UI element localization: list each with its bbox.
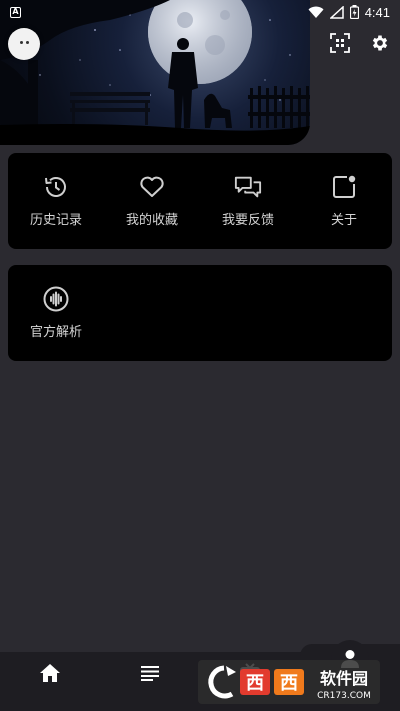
tools-card: 官方解析 xyxy=(8,265,392,361)
app-logo-avatar[interactable] xyxy=(8,28,40,60)
notification-icon: A xyxy=(10,6,21,18)
menu-item-label: 我的收藏 xyxy=(125,213,178,228)
menu-card: 历史记录 我的收藏 我要反馈 关于 xyxy=(8,153,392,249)
menu-item-label: 我要反馈 xyxy=(221,213,274,228)
menu-item-favorites[interactable]: 我的收藏 xyxy=(104,153,200,249)
menu-item-history[interactable]: 历史记录 xyxy=(8,153,104,249)
about-icon xyxy=(330,173,358,201)
menu-item-feedback[interactable]: 我要反馈 xyxy=(200,153,296,249)
signal-icon xyxy=(329,5,344,19)
home-icon[interactable] xyxy=(35,658,65,688)
menu-item-label: 官方解析 xyxy=(29,325,82,340)
watermark-brand-tail: 软件园 xyxy=(320,669,368,688)
wifi-icon xyxy=(308,6,324,18)
history-icon xyxy=(42,173,70,201)
status-time: 4:41 xyxy=(364,4,390,20)
battery-icon xyxy=(349,5,359,19)
menu-item-label: 关于 xyxy=(330,213,357,228)
qr-scan-icon[interactable] xyxy=(327,30,353,56)
heart-icon xyxy=(138,173,166,201)
watermark-char-2: 西 xyxy=(280,673,298,694)
menu-item-about[interactable]: 关于 xyxy=(296,153,392,249)
soundwave-icon xyxy=(42,285,70,313)
list-icon[interactable] xyxy=(135,658,165,688)
menu-item-official-analysis[interactable]: 官方解析 xyxy=(8,265,104,361)
gear-icon[interactable] xyxy=(367,30,393,56)
watermark-logo: 西 西 软件园 CR173.COM xyxy=(198,660,380,704)
watermark-char-1: 西 xyxy=(246,673,264,694)
chat-bubbles-icon xyxy=(234,173,262,201)
status-bar: A 4:41 xyxy=(0,0,400,24)
menu-item-label: 历史记录 xyxy=(29,213,82,228)
watermark-domain: CR173.COM xyxy=(317,691,371,701)
